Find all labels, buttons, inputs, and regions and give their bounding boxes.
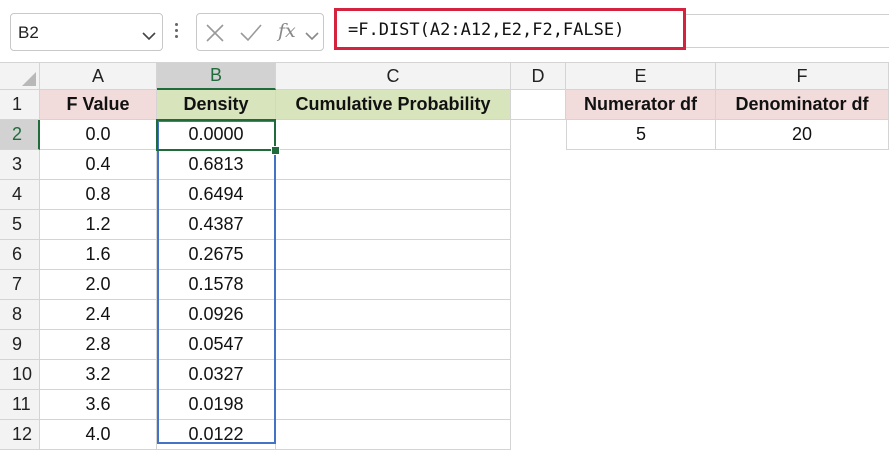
density-cell[interactable]: 0.0327	[157, 360, 276, 390]
cumulative-probability-cell[interactable]	[276, 270, 511, 300]
column-header-b[interactable]: B	[157, 63, 276, 90]
insert-function-icon[interactable]: fx	[278, 20, 296, 42]
header-numerator-df[interactable]: Numerator df	[566, 90, 716, 120]
density-cell[interactable]: 0.0198	[157, 390, 276, 420]
f-value-cell[interactable]: 2.8	[40, 330, 157, 360]
column-header-a[interactable]: A	[40, 63, 157, 90]
column-header-c[interactable]: C	[276, 63, 511, 90]
cumulative-probability-cell[interactable]	[276, 210, 511, 240]
header-cumulative-probability[interactable]: Cumulative Probability	[276, 90, 511, 120]
select-all-triangle-icon	[22, 72, 36, 86]
f-value-cell[interactable]: 4.0	[40, 420, 157, 450]
denominator-df-value[interactable]: 20	[716, 120, 889, 150]
cell-d1[interactable]	[511, 90, 566, 120]
cancel-icon[interactable]	[205, 23, 225, 48]
f-value-cell[interactable]: 3.6	[40, 390, 157, 420]
density-cell[interactable]: 0.0926	[157, 300, 276, 330]
chevron-down-icon[interactable]	[142, 28, 156, 46]
more-options-icon[interactable]	[175, 23, 178, 41]
density-cell[interactable]: 0.1578	[157, 270, 276, 300]
cumulative-probability-cell[interactable]	[276, 240, 511, 270]
row-header-10[interactable]: 10	[0, 360, 40, 390]
formula-text: =F.DIST(A2:A12,E2,F2,FALSE)	[348, 20, 625, 40]
f-value-cell[interactable]: 0.0	[40, 120, 157, 150]
row-header-4[interactable]: 4	[0, 180, 40, 210]
f-value-cell[interactable]: 1.6	[40, 240, 157, 270]
numerator-df-value[interactable]: 5	[566, 120, 716, 150]
row-header-7[interactable]: 7	[0, 270, 40, 300]
f-value-cell[interactable]: 0.8	[40, 180, 157, 210]
formula-bar-area: B2 fx =F.DIST(A2:A12,E2,F2,FALSE)	[0, 0, 889, 62]
formula-input[interactable]: =F.DIST(A2:A12,E2,F2,FALSE)	[334, 8, 686, 50]
row-header-3[interactable]: 3	[0, 150, 40, 180]
cumulative-probability-cell[interactable]	[276, 300, 511, 330]
header-denominator-df[interactable]: Denominator df	[716, 90, 889, 120]
select-all-corner[interactable]	[0, 63, 40, 90]
row-header-12[interactable]: 12	[0, 420, 40, 450]
name-box[interactable]: B2	[10, 13, 163, 51]
row-header-9[interactable]: 9	[0, 330, 40, 360]
column-header-f[interactable]: F	[716, 63, 889, 90]
row-header-8[interactable]: 8	[0, 300, 40, 330]
row-header-5[interactable]: 5	[0, 210, 40, 240]
f-value-cell[interactable]: 1.2	[40, 210, 157, 240]
f-value-cell[interactable]: 0.4	[40, 150, 157, 180]
cumulative-probability-cell[interactable]	[276, 120, 511, 150]
f-value-cell[interactable]: 2.0	[40, 270, 157, 300]
column-header-d[interactable]: D	[511, 63, 566, 90]
cumulative-probability-cell[interactable]	[276, 390, 511, 420]
header-f-value[interactable]: F Value	[40, 90, 157, 120]
expand-chevron-icon[interactable]	[305, 28, 319, 46]
fill-handle[interactable]	[271, 146, 280, 155]
cumulative-probability-cell[interactable]	[276, 420, 511, 450]
density-cell[interactable]: 0.2675	[157, 240, 276, 270]
row-header-1[interactable]: 1	[0, 90, 40, 120]
formula-buttons: fx	[196, 13, 324, 51]
formula-bar-field[interactable]	[686, 14, 889, 48]
name-box-value: B2	[18, 23, 39, 42]
cumulative-probability-cell[interactable]	[276, 150, 511, 180]
enter-check-icon[interactable]	[239, 23, 263, 48]
column-header-e[interactable]: E	[566, 63, 716, 90]
row-header-11[interactable]: 11	[0, 390, 40, 420]
cumulative-probability-cell[interactable]	[276, 330, 511, 360]
density-cell[interactable]: 0.0122	[157, 420, 276, 450]
cumulative-probability-cell[interactable]	[276, 180, 511, 210]
header-density[interactable]: Density	[157, 90, 276, 120]
f-value-cell[interactable]: 2.4	[40, 300, 157, 330]
row-header-2[interactable]: 2	[0, 120, 40, 150]
density-cell[interactable]: 0.6813	[157, 150, 276, 180]
f-value-cell[interactable]: 3.2	[40, 360, 157, 390]
cumulative-probability-cell[interactable]	[276, 360, 511, 390]
density-cell[interactable]: 0.0000	[157, 120, 276, 150]
density-cell[interactable]: 0.0547	[157, 330, 276, 360]
density-cell[interactable]: 0.4387	[157, 210, 276, 240]
density-cell[interactable]: 0.6494	[157, 180, 276, 210]
row-header-6[interactable]: 6	[0, 240, 40, 270]
